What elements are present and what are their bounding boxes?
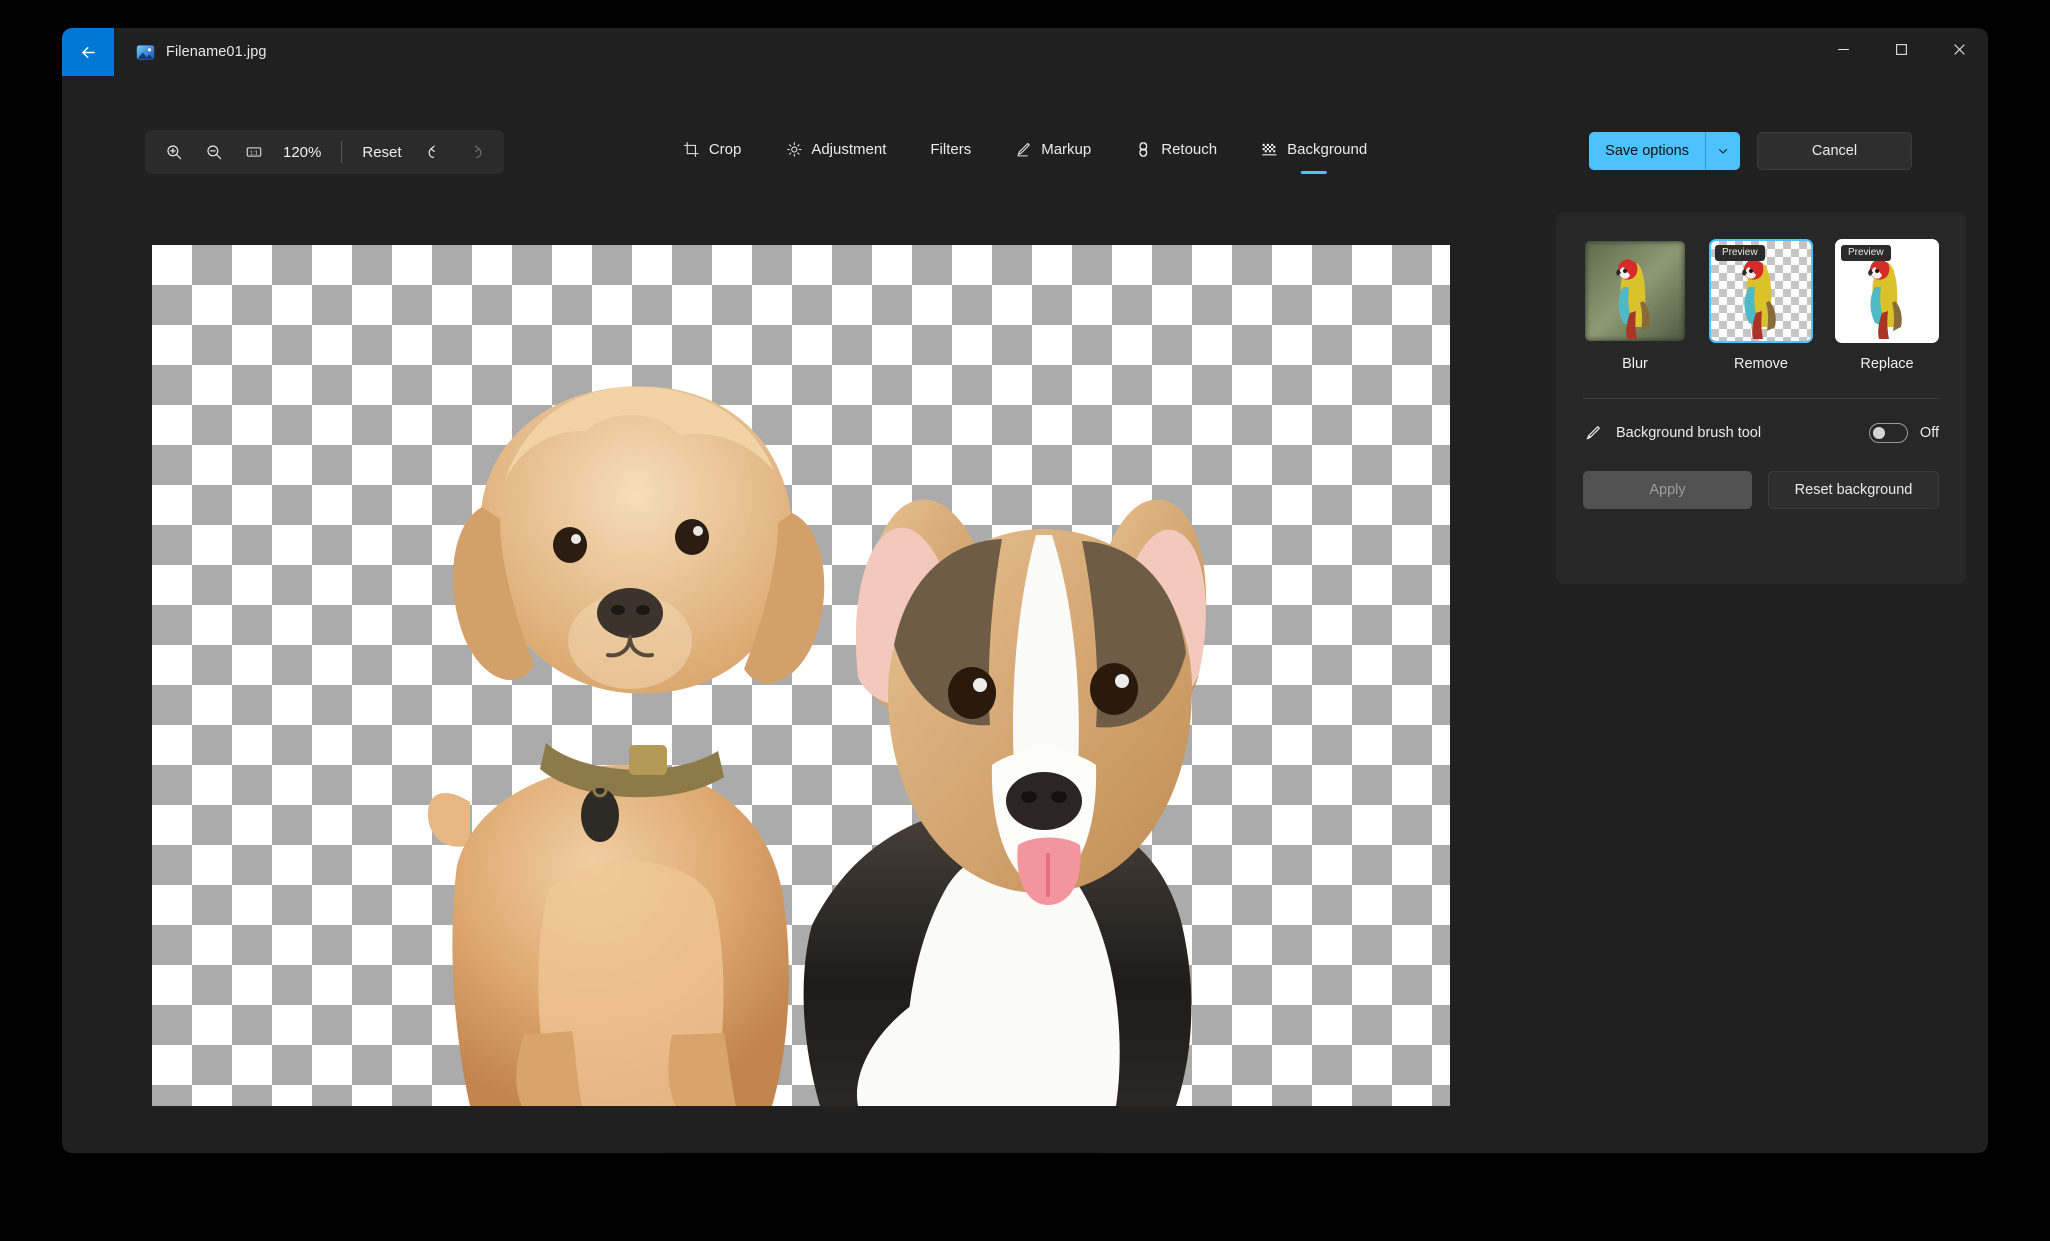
redo-icon bbox=[474, 145, 482, 158]
maximize-button[interactable] bbox=[1872, 28, 1930, 70]
undo-icon bbox=[428, 145, 435, 158]
dog-labradoodle bbox=[427, 386, 825, 1106]
back-arrow-icon bbox=[81, 46, 95, 58]
brightness-icon bbox=[786, 142, 802, 157]
tab-markup-label: Markup bbox=[1041, 141, 1092, 158]
background-brush-toggle[interactable]: Off bbox=[1868, 423, 1939, 443]
image-subject bbox=[427, 386, 1207, 1106]
replace-label: Replace bbox=[1860, 356, 1914, 372]
tab-crop-label: Crop bbox=[708, 141, 742, 158]
blur-label: Blur bbox=[1622, 356, 1648, 372]
reset-background-button[interactable]: Reset background bbox=[1768, 471, 1939, 509]
dog-corgi bbox=[803, 499, 1207, 1106]
brush-icon bbox=[1586, 425, 1600, 439]
primary-actions: Save options Cancel bbox=[1589, 132, 1912, 170]
command-bar: 1:1 120% Reset Crop Adjustment Filters M… bbox=[62, 84, 1988, 174]
minimize-button[interactable] bbox=[1814, 28, 1872, 70]
tab-retouch-label: Retouch bbox=[1161, 141, 1218, 158]
preview-badge: Preview bbox=[1715, 245, 1765, 261]
close-button[interactable] bbox=[1930, 28, 1988, 70]
toggle-switch[interactable] bbox=[1868, 423, 1908, 443]
parrot-blur-image bbox=[1585, 241, 1685, 341]
panel-action-buttons: Apply Reset background bbox=[1583, 471, 1939, 509]
screen: Filename01.jpg 1:1 120% Reset Crop Adjus… bbox=[0, 0, 2050, 1241]
panel-divider bbox=[1583, 398, 1939, 399]
toolbar-divider bbox=[341, 141, 343, 163]
background-option-list: Blur Preview Remove Preview Replace bbox=[1583, 239, 1939, 372]
blur-thumbnail bbox=[1583, 239, 1687, 343]
image-canvas[interactable] bbox=[152, 245, 1450, 1106]
preview-badge: Preview bbox=[1841, 245, 1891, 261]
apply-button[interactable]: Apply bbox=[1583, 471, 1752, 509]
cancel-button[interactable]: Cancel bbox=[1757, 132, 1912, 170]
one-to-one-icon: 1:1 bbox=[246, 147, 262, 157]
remove-thumbnail: Preview bbox=[1709, 239, 1813, 343]
retouch-icon bbox=[1139, 142, 1148, 157]
save-options-dropdown[interactable] bbox=[1706, 132, 1740, 170]
image-editor-window: Filename01.jpg 1:1 120% Reset Crop Adjus… bbox=[62, 28, 1988, 1153]
zoom-level-value: 120% bbox=[283, 143, 322, 161]
zoom-out-icon bbox=[207, 145, 222, 160]
toggle-state-label: Off bbox=[1919, 425, 1939, 441]
tab-background-label: Background bbox=[1287, 141, 1368, 158]
canvas-area: We have removed the background of the im… bbox=[62, 162, 1578, 1153]
window-title: Filename01.jpg bbox=[166, 44, 267, 60]
background-option-replace[interactable]: Preview Replace bbox=[1835, 239, 1939, 372]
toggle-knob bbox=[1872, 427, 1885, 439]
remove-label: Remove bbox=[1734, 356, 1788, 372]
maximize-icon bbox=[1895, 43, 1907, 55]
background-brush-row: Background brush tool Off bbox=[1583, 423, 1939, 443]
minimize-icon bbox=[1837, 48, 1849, 50]
svg-text:1:1: 1:1 bbox=[250, 150, 258, 156]
title-bar: Filename01.jpg bbox=[62, 28, 1988, 76]
back-button[interactable] bbox=[62, 28, 114, 76]
background-icon bbox=[1262, 143, 1277, 156]
background-options-panel: Blur Preview Remove Preview Replace Back… bbox=[1556, 212, 1966, 584]
window-controls bbox=[1814, 28, 1988, 70]
tab-adjustment-label: Adjustment bbox=[811, 141, 887, 158]
title-group: Filename01.jpg bbox=[114, 28, 267, 76]
crop-icon bbox=[683, 142, 699, 157]
pen-icon bbox=[1017, 143, 1031, 157]
save-options-button[interactable]: Save options bbox=[1589, 132, 1740, 170]
save-options-label: Save options bbox=[1605, 143, 1689, 159]
background-option-blur[interactable]: Blur bbox=[1583, 239, 1687, 372]
zoom-in-icon bbox=[167, 145, 182, 160]
background-brush-label: Background brush tool bbox=[1616, 425, 1762, 441]
close-icon bbox=[1953, 43, 1965, 55]
background-option-remove[interactable]: Preview Remove bbox=[1709, 239, 1813, 372]
photo-icon bbox=[136, 44, 155, 60]
tab-filters-label: Filters bbox=[930, 141, 972, 158]
chevron-down-icon bbox=[1719, 149, 1727, 154]
replace-thumbnail: Preview bbox=[1835, 239, 1939, 343]
